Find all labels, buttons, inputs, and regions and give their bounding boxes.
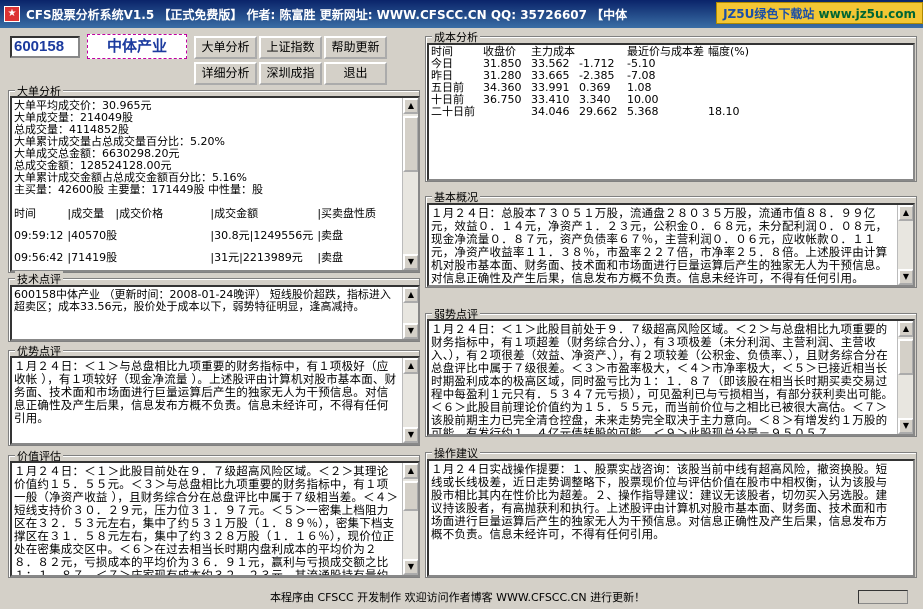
scroll-down-icon[interactable]: ▼ — [403, 427, 418, 443]
strength-scrollbar[interactable]: ▲ ▼ — [402, 358, 418, 443]
download-site-badge: JZ5U绿色下载站 www.jz5u.com — [716, 2, 923, 24]
table-cell: |卖盘 — [317, 251, 344, 264]
scroll-up-icon[interactable]: ▲ — [403, 358, 418, 374]
table-cell: 34.046 — [531, 105, 570, 118]
table-header: 幅度(%) — [708, 45, 750, 58]
table-cell: |71419股 — [67, 251, 118, 264]
cost-table: 时间 收盘价 主力成本 最近价与成本差 幅度(%) 今日 31.850 33.5… — [429, 46, 751, 118]
table-cell — [706, 58, 751, 70]
table-cell: 09:56:42 — [14, 251, 64, 264]
scroll-down-icon[interactable]: ▼ — [403, 559, 418, 575]
table-cell: 36.750 — [483, 93, 522, 106]
advice-textbox[interactable]: １月２４日实战操作提要：１、股票实战咨询：该股当前中线有超高风险，撤资换股。短线… — [427, 459, 915, 577]
table-header: |成交金额 — [210, 207, 259, 220]
title-bar: ★ CFS股票分析系统V1.5 【正式免费版】 作者: 陈富胜 更新网址: WW… — [0, 0, 923, 28]
help-update-button[interactable]: 帮助更新 — [324, 36, 387, 59]
basic-scrollbar[interactable]: ▲ ▼ — [897, 205, 913, 285]
table-cell: |卖盘 — [317, 229, 344, 242]
big-order-line: 主买量：42600股 主要量：171449股 中性量：股 — [14, 183, 263, 196]
detail-analysis-button[interactable]: 详细分析 — [194, 62, 257, 85]
table-cell: |31元|2213989元 — [210, 251, 303, 264]
table-cell: 5.368 — [627, 105, 659, 118]
scroll-down-icon[interactable]: ▼ — [403, 254, 418, 270]
big-order-textbox[interactable]: 大单平均成交价：30.965元 大单成交量：214049股 总成交量：41148… — [10, 96, 420, 272]
scroll-up-icon[interactable]: ▲ — [403, 98, 418, 114]
scroll-down-icon[interactable]: ▼ — [403, 323, 418, 339]
cost-textbox[interactable]: 时间 收盘价 主力成本 最近价与成本差 幅度(%) 今日 31.850 33.5… — [427, 43, 915, 181]
weakness-textbox[interactable]: １月２４日：＜１＞此股目前处于９．７级超高风险区域。＜２＞与总盘相比九项重要的财… — [427, 319, 915, 436]
big-order-analysis-button[interactable]: 大单分析 — [194, 36, 257, 59]
value-text: １月２４日：＜１＞此股目前处在９．７级超高风险区域。＜２＞其理论价值约１５．５５… — [14, 464, 399, 577]
status-bar: 本程序由 CFSCC 开发制作 欢迎访问作者博客 WWW.CFSCC.CN 进行… — [0, 586, 923, 609]
table-cell: 18.10 — [708, 105, 740, 118]
weakness-text: １月２４日：＜１＞此股目前处于９．７级超高风险区域。＜２＞与总盘相比九项重要的财… — [431, 322, 894, 436]
advice-text: １月２４日实战操作提要：１、股票实战咨询：该股当前中线有超高风险，撤资换股。短线… — [431, 462, 888, 541]
strength-text: １月２４日：＜１＞与总盘相比九项重要的财务指标中，有１项极好（应收帐 ），有１项… — [14, 359, 397, 425]
table-row: 09:56:42 |71419股 |31元|2213989元 |卖盘 — [14, 251, 380, 270]
table-header-row: 时间 |成交量 |成交价格 |成交金额 |买卖盘性质 — [14, 208, 380, 230]
scroll-thumb[interactable] — [403, 481, 418, 511]
table-cell — [706, 70, 751, 82]
basic-textbox[interactable]: １月２４日：总股本７３０５１万股，流通盘２８０３５万股，流通市值８８．９９亿元，… — [427, 203, 915, 287]
scroll-thumb[interactable] — [403, 116, 418, 172]
table-cell: |30.8元|1249556元 — [210, 229, 314, 242]
table-cell: 29.662 — [579, 105, 618, 118]
table-cell: |40570股 — [67, 229, 118, 242]
exit-button[interactable]: 退出 — [324, 62, 387, 85]
scroll-up-icon[interactable]: ▲ — [403, 463, 418, 479]
table-header: 时间 — [14, 207, 36, 220]
table-cell: 09:59:12 — [14, 229, 64, 242]
scroll-down-icon[interactable]: ▼ — [898, 269, 913, 285]
stock-code-input[interactable]: 600158 — [10, 36, 80, 58]
value-scrollbar[interactable]: ▲ ▼ — [402, 463, 418, 575]
table-cell — [706, 82, 751, 94]
tech-text: 600158中体产业 （更新时间：2008-01-24晚评） 短线股价超跌，指标… — [14, 288, 391, 313]
big-order-scrollbar[interactable]: ▲ ▼ — [402, 98, 418, 270]
table-header: |成交价格 — [115, 207, 164, 220]
tech-scrollbar[interactable]: ▲ ▼ — [402, 287, 418, 339]
weakness-scrollbar[interactable]: ▲ ▼ — [897, 321, 913, 434]
sh-index-button[interactable]: 上证指数 — [259, 36, 322, 59]
table-header: |买卖盘性质 — [317, 207, 377, 220]
scroll-up-icon[interactable]: ▲ — [898, 321, 913, 337]
table-row: 09:59:12 |40570股 |30.8元|1249556元 |卖盘 — [14, 230, 380, 252]
strength-textbox[interactable]: １月２４日：＜１＞与总盘相比九项重要的财务指标中，有１项极好（应收帐 ），有１项… — [10, 356, 420, 445]
app-icon: ★ — [4, 6, 20, 22]
stock-name-label: 中体产业 — [87, 34, 187, 59]
scroll-down-icon[interactable]: ▼ — [898, 418, 913, 434]
status-message: 本程序由 CFSCC 开发制作 欢迎访问作者博客 WWW.CFSCC.CN 进行… — [270, 591, 646, 604]
value-textbox[interactable]: １月２４日：＜１＞此股目前处在９．７级超高风险区域。＜２＞其理论价值约１５．５５… — [10, 461, 420, 577]
table-header: |成交量 — [67, 207, 105, 220]
basic-text: １月２４日：总股本７３０５１万股，流通盘２８０３５万股，流通市值８８．９９亿元，… — [431, 206, 888, 285]
scroll-thumb[interactable] — [898, 339, 913, 375]
sz-index-button[interactable]: 深圳成指 — [259, 62, 322, 85]
table-cell: 二十日前 — [431, 105, 475, 118]
big-order-trades-table: 时间 |成交量 |成交价格 |成交金额 |买卖盘性质 09:59:12 |405… — [14, 208, 380, 270]
window-title: CFS股票分析系统V1.5 【正式免费版】 作者: 陈富胜 更新网址: WWW.… — [26, 7, 628, 22]
scroll-up-icon[interactable]: ▲ — [898, 205, 913, 221]
table-cell — [481, 106, 529, 118]
table-row: 二十日前 34.046 29.662 5.368 18.10 — [429, 106, 751, 118]
tech-textbox[interactable]: 600158中体产业 （更新时间：2008-01-24晚评） 短线股价超跌，指标… — [10, 285, 420, 341]
progress-bar — [858, 590, 908, 604]
scroll-up-icon[interactable]: ▲ — [403, 287, 418, 303]
